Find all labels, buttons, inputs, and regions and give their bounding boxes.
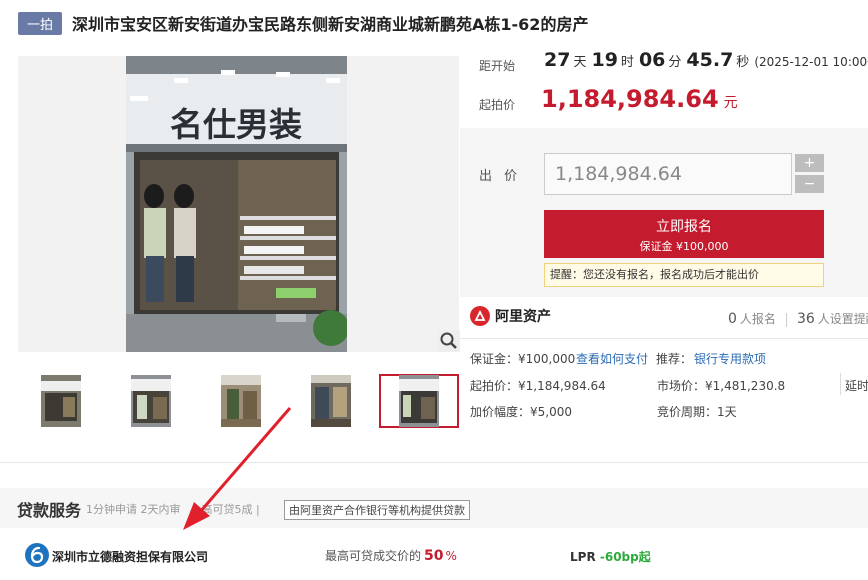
lpr-value: -60bp起 <box>599 550 651 564</box>
reminders-label: 人设置提醒 <box>817 312 868 326</box>
thumbnail[interactable] <box>201 374 281 428</box>
section-divider <box>0 462 868 463</box>
countdown-days: 27 <box>544 49 571 71</box>
thumbnail[interactable] <box>21 374 101 428</box>
alibaba-logo-icon <box>470 306 490 326</box>
max-loan-ratio: 最高可贷成交价的 50% <box>325 547 457 564</box>
start-time: (2025-12-01 10:00开拍) <box>754 55 868 69</box>
deposit-info: 保证金：¥100,000 <box>470 352 576 366</box>
start-price-label: 起拍价 <box>479 98 516 112</box>
decrease-bid-button[interactable]: − <box>795 175 824 193</box>
title-row: 一拍 深圳市宝安区新安街道办宝民路东侧新安湖商业城新鹏苑A栋1-62的房产 <box>18 10 588 36</box>
increase-bid-button[interactable]: + <box>795 154 824 172</box>
seller-info[interactable]: 阿里资产 <box>470 306 551 326</box>
signup-notice: 提醒：您还没有报名，报名成功后才能出价 <box>544 263 824 287</box>
thumbnail-active[interactable] <box>379 374 459 428</box>
loan-title: 贷款服务 <box>17 501 82 520</box>
bid-amount-input[interactable]: 1,184,984.64 <box>544 153 792 195</box>
market-price: 市场价：¥1,481,230.8 <box>657 379 786 393</box>
minutes-unit: 分 <box>668 55 682 70</box>
max-loan-label: 最高可贷成交价的 <box>325 549 422 563</box>
start-price-value: 1,184,984.64 <box>541 85 719 113</box>
how-to-pay-link[interactable]: 查看如何支付 <box>576 350 648 367</box>
page-title: 深圳市宝安区新安街道办宝民路东侧新安湖商业城新鹏苑A栋1-62的房产 <box>72 15 589 34</box>
divider <box>840 373 841 395</box>
auction-round-tag: 一拍 <box>18 11 63 35</box>
main-photo[interactable]: 名仕男装 <box>126 56 347 352</box>
signup-deposit: 保证金 ¥100,000 <box>639 240 729 253</box>
seller-name: 阿里资产 <box>495 309 551 325</box>
bank-payment-link[interactable]: 银行专用款项 <box>694 350 766 367</box>
countdown-seconds: 45.7 <box>686 49 734 71</box>
loan-provider-badge: 由阿里资产合作银行等机构提供贷款 <box>284 500 470 520</box>
zoom-icon[interactable] <box>438 330 460 352</box>
countdown-label: 距开始 <box>479 59 516 73</box>
signup-button[interactable]: 立即报名 保证金 ¥100,000 <box>544 210 824 258</box>
start-price-unit: 元 <box>723 95 738 111</box>
loan-subtitle-part2: 高可贷5成 | <box>201 503 260 516</box>
start-price-detail: 起拍价：¥1,184,984.64 <box>470 379 606 393</box>
auction-page: 一拍 深圳市宝安区新安街道办宝民路东侧新安湖商业城新鹏苑A栋1-62的房产 名仕… <box>0 0 868 580</box>
lpr-rate: LPR -60bp起 <box>570 548 651 565</box>
signup-label: 立即报名 <box>656 219 712 235</box>
divider <box>785 312 787 327</box>
days-unit: 天 <box>573 55 587 70</box>
countdown: 27 天 19 时 06 分 45.7 秒 (2025-12-01 10:00开… <box>544 49 868 71</box>
shop-sign-text: 名仕男装 <box>170 105 302 144</box>
bid-label: 出 价 <box>479 169 522 184</box>
signup-counts: 0人报名 36人设置提醒 <box>728 310 868 327</box>
countdown-minutes: 06 <box>638 49 666 71</box>
max-loan-value: 50 <box>424 548 444 564</box>
loan-subtitle-part1: 1分钟申请 2天内审 <box>86 503 181 516</box>
increment: 加价幅度：¥5,000 <box>470 405 572 419</box>
start-price: 1,184,984.64 元 <box>541 85 738 113</box>
hours-unit: 时 <box>620 55 634 70</box>
loan-subtitle: 1分钟申请 2天内审 高可贷5成 | <box>86 501 260 517</box>
lpr-label: LPR <box>570 550 596 564</box>
max-loan-unit: % <box>445 549 457 563</box>
divider <box>460 338 868 339</box>
lender-logo-icon <box>25 543 49 567</box>
thumbnail[interactable] <box>291 374 371 428</box>
countdown-hours: 19 <box>591 49 618 71</box>
bid-cycle: 竞价周期：1天 <box>657 405 737 419</box>
reminders-count: 36 <box>796 311 815 327</box>
seconds-unit: 秒 <box>736 55 750 70</box>
lender-name[interactable]: 深圳市立德融资担保有限公司 <box>52 548 208 565</box>
signups-label: 人报名 <box>739 312 776 326</box>
thumbnail[interactable] <box>111 374 191 428</box>
recommend-label: 推荐： <box>656 352 693 366</box>
signups-count: 0 <box>728 311 737 327</box>
delay-info: 延时 <box>845 379 868 393</box>
